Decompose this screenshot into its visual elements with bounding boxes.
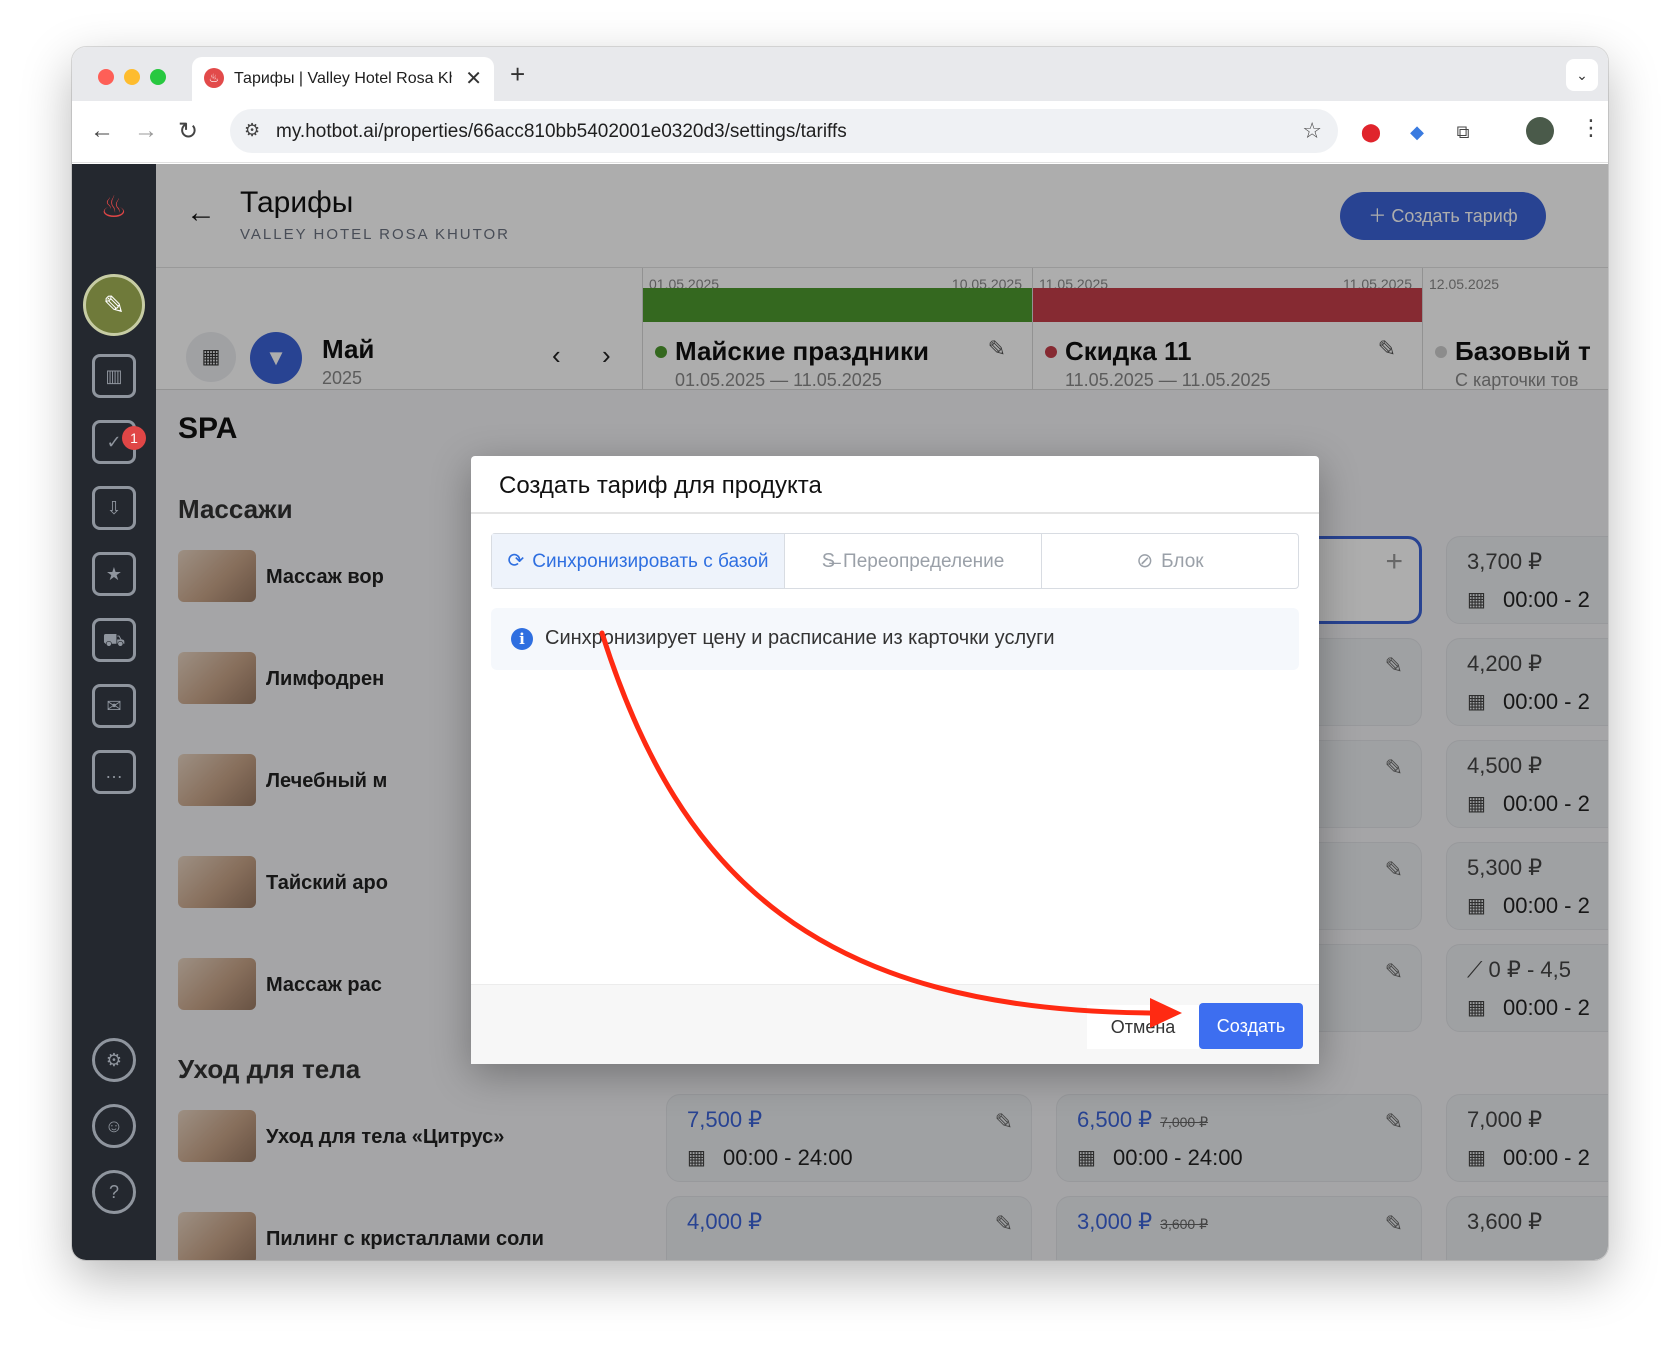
tab-search-chevron-icon[interactable]: ⌄ — [1566, 59, 1598, 91]
mail-icon[interactable]: ✉ — [92, 684, 136, 728]
back-icon[interactable]: ← — [90, 117, 114, 145]
option-label: Переопределение — [843, 551, 1005, 572]
sync-icon: ⟳ — [507, 550, 525, 572]
chat-icon[interactable]: … — [92, 750, 136, 794]
info-alert: i Синхронизирует цену и расписание из ка… — [491, 608, 1299, 670]
option-label: Блок — [1161, 551, 1204, 572]
minimize-window-button[interactable] — [124, 69, 140, 85]
url-text[interactable]: my.hotbot.ai/properties/66acc810bb540200… — [276, 121, 847, 143]
bookmark-star-icon[interactable]: ☆ — [1302, 118, 1322, 144]
browser-window: ♨ Тарифы | Valley Hotel Rosa Khutor ✕ + … — [72, 47, 1608, 1260]
sidebar: ♨ ✎ ▥ ✓ 1 ⇩ ★ ⛟ ✉ … ⚙ ☺ ? — [72, 164, 156, 1260]
hotbot-favicon-icon: ♨ — [204, 68, 224, 88]
extensions-puzzle-icon[interactable]: ⧉ — [1450, 119, 1476, 145]
forward-icon[interactable]: → — [134, 117, 158, 145]
site-settings-icon[interactable]: ⚙ — [244, 120, 260, 141]
reload-icon[interactable]: ↻ — [178, 117, 198, 146]
info-icon: i — [511, 628, 533, 650]
modal-title: Создать тариф для продукта — [499, 472, 822, 499]
browser-toolbar: ← → ↻ ⚙ my.hotbot.ai/properties/66acc810… — [72, 101, 1608, 163]
settings-gear-icon[interactable]: ⚙ — [92, 1038, 136, 1082]
override-option[interactable]: S̶ Переопределение — [785, 534, 1041, 588]
reviews-star-icon[interactable]: ★ — [92, 552, 136, 596]
modal-divider — [471, 512, 1319, 514]
browser-menu-icon[interactable]: ⋮ — [1580, 115, 1602, 141]
profile-avatar[interactable] — [1526, 117, 1554, 145]
block-circle-icon: ⊘ — [1136, 550, 1154, 572]
main-area: ← Тарифы VALLEY HOTEL ROSA KHUTOR ＋ Созд… — [156, 164, 1608, 1260]
app: ♨ ✎ ▥ ✓ 1 ⇩ ★ ⛟ ✉ … ⚙ ☺ ? ← Тарифы VALLE… — [72, 164, 1608, 1260]
hotbot-logo-icon[interactable]: ♨ — [96, 190, 132, 226]
modal-footer: Отмена Создать — [471, 984, 1319, 1064]
create-tariff-modal: Создать тариф для продукта ⟳ Синхронизиро… — [471, 456, 1319, 1064]
tab-strip: ♨ Тарифы | Valley Hotel Rosa Khutor ✕ + … — [72, 47, 1608, 101]
analytics-icon[interactable]: ▥ — [92, 354, 136, 398]
create-button[interactable]: Создать — [1199, 1003, 1303, 1049]
strikethrough-icon: S̶ — [821, 550, 836, 572]
tariff-mode-selector: ⟳ Синхронизировать с базой S̶ Переопределе… — [491, 533, 1299, 589]
cart-icon[interactable]: ⛟ — [92, 618, 136, 662]
tab-title: Тарифы | Valley Hotel Rosa Khutor — [234, 70, 452, 87]
browser-tab[interactable]: ♨ Тарифы | Valley Hotel Rosa Khutor ✕ — [192, 57, 494, 101]
close-tab-icon[interactable]: ✕ — [465, 66, 482, 91]
tasks-badge: 1 — [122, 426, 146, 450]
tag-extension-icon[interactable]: ◆ — [1404, 119, 1430, 145]
help-question-icon[interactable]: ? — [92, 1170, 136, 1214]
info-text: Синхронизирует цену и расписание из карт… — [545, 627, 1055, 649]
close-window-button[interactable] — [98, 69, 114, 85]
new-tab-button[interactable]: + — [510, 59, 525, 90]
maximize-window-button[interactable] — [150, 69, 166, 85]
hotel-avatar[interactable]: ✎ — [83, 274, 145, 336]
opera-extension-icon[interactable]: ⬤ — [1358, 119, 1384, 145]
inbox-download-icon[interactable]: ⇩ — [92, 486, 136, 530]
sync-with-base-option[interactable]: ⟳ Синхронизировать с базой — [492, 534, 784, 588]
cancel-button[interactable]: Отмена — [1087, 1005, 1199, 1049]
option-label: Синхронизировать с базой — [532, 551, 769, 572]
block-option[interactable]: ⊘ Блок — [1042, 534, 1298, 588]
profile-user-icon[interactable]: ☺ — [92, 1104, 136, 1148]
address-bar[interactable]: ⚙ my.hotbot.ai/properties/66acc810bb5402… — [230, 109, 1338, 153]
